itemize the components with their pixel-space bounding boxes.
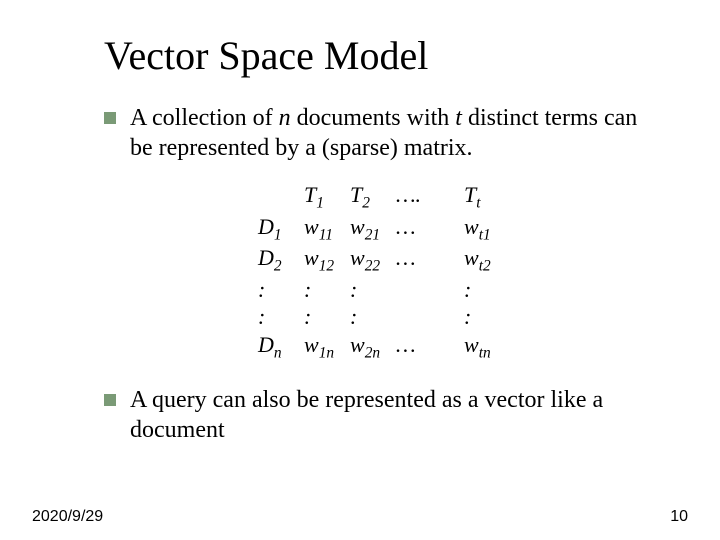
matrix-row: D2 w12 w22 … wt2 bbox=[258, 244, 672, 276]
text-fragment: documents with bbox=[291, 105, 456, 131]
footer-date: 2020/9/29 bbox=[32, 508, 103, 526]
matrix-cell bbox=[442, 244, 464, 276]
matrix-cell: w11 bbox=[304, 213, 350, 245]
var-n: n bbox=[279, 105, 291, 131]
matrix-cell bbox=[442, 181, 464, 213]
matrix-cell: w12 bbox=[304, 244, 350, 276]
matrix-cell: T2 bbox=[350, 181, 396, 213]
matrix-cell: : bbox=[304, 276, 350, 304]
matrix-cell bbox=[442, 213, 464, 245]
matrix: T1 T2 …. Tt D1 w11 w21 … wt1 D2 w12 w22 … bbox=[258, 181, 672, 363]
matrix-cell bbox=[442, 276, 464, 304]
matrix-cell bbox=[396, 303, 442, 331]
matrix-cell: wt2 bbox=[464, 244, 510, 276]
matrix-cell: T1 bbox=[304, 181, 350, 213]
matrix-cell: : bbox=[464, 303, 510, 331]
bullet-text: A collection of n documents with t disti… bbox=[130, 103, 640, 163]
matrix-cell: … bbox=[396, 213, 442, 245]
matrix-cell: wt1 bbox=[464, 213, 510, 245]
matrix-cell: … bbox=[396, 331, 442, 363]
matrix-cell bbox=[442, 303, 464, 331]
bullet-item: A query can also be represented as a vec… bbox=[104, 385, 640, 445]
matrix-cell: : bbox=[258, 303, 304, 331]
var-t: t bbox=[455, 105, 462, 131]
matrix-cell: : bbox=[464, 276, 510, 304]
matrix-cell: w21 bbox=[350, 213, 396, 245]
slide: Vector Space Model A collection of n doc… bbox=[0, 0, 720, 540]
matrix-cell: : bbox=[304, 303, 350, 331]
matrix-row: : : : : bbox=[258, 303, 672, 331]
square-bullet-icon bbox=[104, 112, 116, 124]
matrix-cell: w1n bbox=[304, 331, 350, 363]
matrix-row: D1 w11 w21 … wt1 bbox=[258, 213, 672, 245]
bullet-text: A query can also be represented as a vec… bbox=[130, 385, 640, 445]
square-bullet-icon bbox=[104, 394, 116, 406]
matrix-cell bbox=[442, 331, 464, 363]
matrix-cell: w22 bbox=[350, 244, 396, 276]
matrix-row: : : : : bbox=[258, 276, 672, 304]
footer: 2020/9/29 10 bbox=[32, 508, 688, 526]
matrix-cell: wtn bbox=[464, 331, 510, 363]
matrix-cell: w2n bbox=[350, 331, 396, 363]
matrix-cell: : bbox=[258, 276, 304, 304]
footer-page-number: 10 bbox=[670, 508, 688, 526]
matrix-cell: : bbox=[350, 276, 396, 304]
matrix-cell: D1 bbox=[258, 213, 304, 245]
matrix-row: Dn w1n w2n … wtn bbox=[258, 331, 672, 363]
matrix-header-row: T1 T2 …. Tt bbox=[258, 181, 672, 213]
matrix-cell: Dn bbox=[258, 331, 304, 363]
matrix-cell: : bbox=[350, 303, 396, 331]
matrix-cell: D2 bbox=[258, 244, 304, 276]
slide-title: Vector Space Model bbox=[104, 32, 672, 79]
bullet-item: A collection of n documents with t disti… bbox=[104, 103, 640, 163]
text-fragment: A collection of bbox=[130, 105, 279, 131]
matrix-cell bbox=[396, 276, 442, 304]
matrix-cell bbox=[258, 181, 304, 213]
matrix-cell: …. bbox=[396, 181, 442, 213]
matrix-cell: Tt bbox=[464, 181, 510, 213]
matrix-cell: … bbox=[396, 244, 442, 276]
